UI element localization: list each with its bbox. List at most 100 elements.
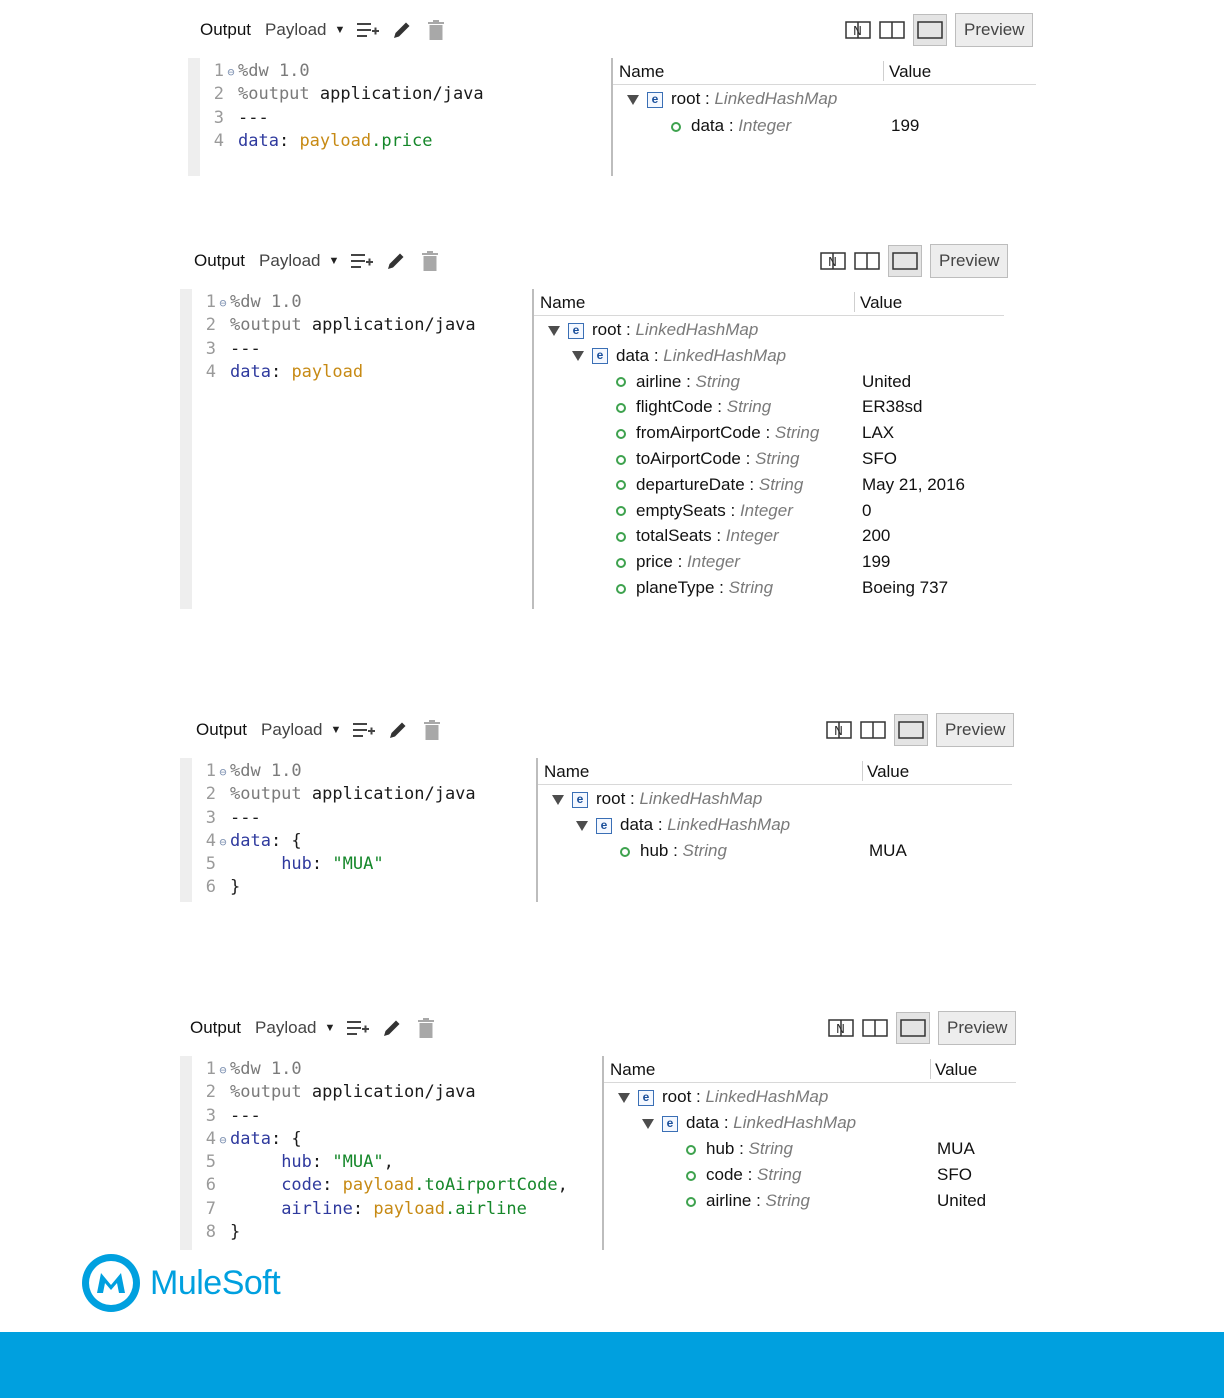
code-line: 6} [192, 876, 538, 899]
expand-triangle-icon[interactable] [642, 1118, 654, 1129]
chevron-down-icon[interactable]: ▼ [328, 255, 339, 267]
entry-icon: e [638, 1089, 654, 1106]
preview-button[interactable]: Preview [955, 13, 1034, 47]
tree-row-data[interactable]: data : Integer 199 [613, 113, 1036, 139]
tree-row-root[interactable]: e root : LinkedHashMap [613, 86, 1036, 112]
preview-button[interactable]: Preview [938, 1011, 1017, 1045]
code-editor[interactable]: 1 ⊖ %dw 1.0 2 %output application/java 3 --- 4 d… [188, 58, 613, 176]
pencil-icon[interactable] [381, 1017, 403, 1039]
trash-icon[interactable] [415, 1017, 437, 1039]
preview-button[interactable]: Preview [930, 244, 1009, 278]
view-single-icon[interactable] [896, 1012, 930, 1044]
view-single-icon[interactable] [888, 245, 922, 277]
column-separator[interactable] [930, 1059, 931, 1079]
tree-row-fromAirportCode[interactable]: fromAirportCode : String LAX [534, 420, 1004, 446]
tree-row-emptySeats[interactable]: emptySeats : Integer 0 [534, 498, 1004, 524]
chevron-down-icon[interactable]: ▼ [334, 24, 345, 36]
view-split-n-icon[interactable]: N [845, 21, 871, 39]
payload-selector[interactable]: Payload [265, 20, 326, 40]
add-row-icon[interactable] [357, 19, 380, 41]
view-split-icon[interactable] [862, 1019, 888, 1037]
view-split-n-icon[interactable]: N [826, 721, 852, 739]
code-editor[interactable]: 1 ⊖ %dw 1.0 2 %output application/java 3 --- 4 ⊖… [180, 1056, 604, 1250]
panel-body: 1 ⊖ %dw 1.0 2 %output application/java 3 --- 4 ⊖… [180, 1056, 1016, 1250]
view-split-n-icon[interactable]: N [828, 1019, 854, 1037]
column-header-name: Name [544, 762, 590, 781]
code-line: 4 data: payload [192, 361, 534, 384]
leaf-dot-icon [616, 480, 626, 491]
tree-row-root[interactable]: e root : LinkedHashMap [538, 786, 1012, 812]
tree-row-airline[interactable]: airline : String United [604, 1188, 1016, 1214]
field-type: LinkedHashMap [705, 1087, 829, 1106]
pencil-icon[interactable] [391, 19, 413, 41]
code-editor[interactable]: 1 ⊖ %dw 1.0 2 %output application/java 3 --- 4 ⊖… [180, 758, 538, 902]
type-separator: : [734, 1139, 749, 1158]
trash-icon[interactable] [425, 19, 447, 41]
view-single-icon[interactable] [894, 714, 928, 746]
add-row-icon[interactable] [351, 250, 374, 272]
payload-selector[interactable]: Payload [261, 720, 322, 740]
tree-row-hub[interactable]: hub : String MUA [538, 838, 1012, 864]
tree-row-hub[interactable]: hub : String MUA [604, 1136, 1016, 1162]
view-split-icon[interactable] [879, 21, 905, 39]
expand-triangle-icon[interactable] [572, 351, 584, 362]
column-header-name: Name [619, 62, 665, 81]
fold-toggle-icon[interactable]: ⊖ [216, 1129, 230, 1152]
expand-triangle-icon[interactable] [618, 1092, 630, 1103]
fold-toggle-icon[interactable]: ⊖ [216, 292, 230, 315]
view-single-icon[interactable] [913, 14, 947, 46]
tree-row-data[interactable]: e data : LinkedHashMap [604, 1110, 1016, 1136]
leaf-dot-icon [616, 428, 626, 439]
fold-toggle-icon[interactable]: ⊖ [216, 761, 230, 784]
column-separator[interactable] [883, 61, 884, 81]
fold-toggle-icon[interactable]: ⊖ [224, 61, 238, 84]
code-token: : [270, 361, 292, 382]
expand-triangle-icon[interactable] [548, 325, 560, 336]
view-split-n-icon[interactable]: N [820, 252, 846, 270]
trash-icon[interactable] [419, 250, 441, 272]
tree-row-departureDate[interactable]: departureDate : String May 21, 2016 [534, 472, 1004, 498]
tree-row-data[interactable]: e data : LinkedHashMap [538, 812, 1012, 838]
code-token: application/java [319, 84, 484, 105]
fold-toggle-icon[interactable]: ⊖ [216, 831, 230, 854]
tree-row-code[interactable]: code : String SFO [604, 1162, 1016, 1188]
payload-selector[interactable]: Payload [259, 251, 320, 271]
tree-row-root[interactable]: e root : LinkedHashMap [604, 1084, 1016, 1110]
preview-button[interactable]: Preview [936, 713, 1015, 747]
tree-row-flightCode[interactable]: flightCode : String ER38sd [534, 394, 1004, 420]
tree-row-data[interactable]: e data : LinkedHashMap [534, 343, 1004, 369]
payload-selector[interactable]: Payload [255, 1018, 316, 1038]
code-editor[interactable]: 1 ⊖ %dw 1.0 2 %output application/java 3 --- 4 d… [180, 289, 534, 609]
tree-row-totalSeats[interactable]: totalSeats : Integer 200 [534, 523, 1004, 549]
tree-row-price[interactable]: price : Integer 199 [534, 549, 1004, 575]
type-separator: : [719, 1113, 734, 1132]
column-separator[interactable] [862, 761, 863, 781]
code-line: 2 %output application/java [200, 83, 613, 106]
add-row-icon[interactable] [347, 1017, 370, 1039]
field-name: fromAirportCode [636, 423, 761, 443]
view-split-icon[interactable] [860, 721, 886, 739]
tree-row-airline[interactable]: airline : String United [534, 369, 1004, 395]
view-split-icon[interactable] [854, 252, 880, 270]
expand-triangle-icon[interactable] [552, 794, 564, 805]
tree-row-label: data : Integer [671, 113, 791, 139]
tree-row-planeType[interactable]: planeType : String Boeing 737 [534, 575, 1004, 601]
tree-row-toAirportCode[interactable]: toAirportCode : String SFO [534, 446, 1004, 472]
type-separator: : [672, 552, 688, 572]
tree-row-root[interactable]: e root : LinkedHashMap [534, 317, 1004, 343]
expand-triangle-icon[interactable] [627, 94, 639, 105]
expand-triangle-icon[interactable] [576, 820, 588, 831]
pencil-icon[interactable] [385, 250, 407, 272]
field-type: String [682, 841, 727, 860]
add-row-icon[interactable] [353, 719, 376, 741]
fold-toggle-icon[interactable]: ⊖ [216, 1059, 230, 1082]
trash-icon[interactable] [421, 719, 443, 741]
pencil-icon[interactable] [387, 719, 409, 741]
field-name: data [691, 116, 725, 135]
chevron-down-icon[interactable]: ▼ [324, 1022, 335, 1034]
leaf-dot-icon [616, 454, 626, 465]
chevron-down-icon[interactable]: ▼ [330, 724, 341, 736]
column-separator[interactable] [854, 292, 855, 312]
